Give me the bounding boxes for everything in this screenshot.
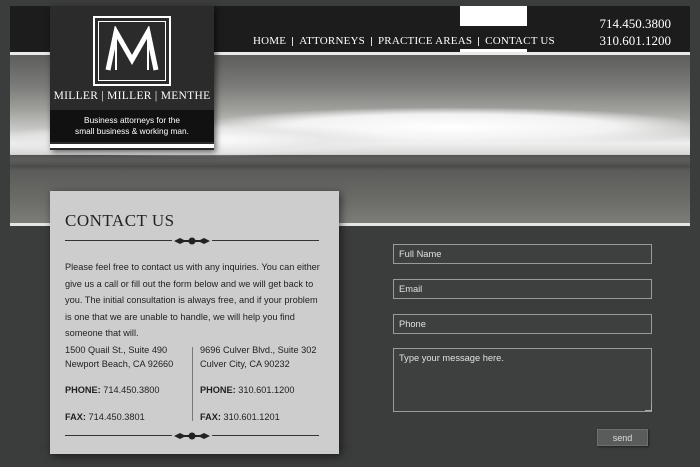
phone-label: PHONE:: [65, 385, 101, 395]
main-nav: HOME ATTORNEYS PRACTICE AREAS CONTACT US: [248, 32, 560, 50]
fax-label: FAX:: [65, 411, 86, 422]
logo-firm-name: MILLER | MILLER | MENTHE: [53, 90, 211, 102]
nav-separator: [478, 36, 480, 46]
office-phone: PHONE: 310.601.1200: [200, 384, 330, 398]
logo-monogram: [93, 16, 171, 86]
scroll-ornament-icon: [172, 431, 212, 441]
phone-value[interactable]: 714.450.3800: [103, 385, 159, 395]
phone-field[interactable]: [393, 314, 652, 334]
monogram-mm-icon: [105, 26, 159, 71]
scroll-ornament-icon: [172, 236, 212, 246]
logo-stripe: [50, 144, 214, 148]
office-street: 1500 Quail St., Suite 490: [65, 345, 168, 355]
email-field[interactable]: [393, 279, 652, 299]
tagline-line-2: small business & working man.: [75, 126, 189, 136]
office-fax: FAX: 714.450.3801: [65, 411, 195, 425]
active-indicator-top: [460, 6, 527, 26]
nav-attorneys[interactable]: ATTORNEYS: [294, 35, 370, 47]
nav-separator: [370, 36, 372, 46]
contact-intro: Please feel free to contact us with any …: [65, 262, 320, 338]
nav-practice-areas[interactable]: PRACTICE AREAS: [373, 35, 477, 47]
header-phone-secondary[interactable]: 310.601.1200: [600, 32, 672, 49]
hero-wet-sand: [10, 155, 690, 171]
tagline-line-1: Business attorneys for the: [84, 115, 180, 125]
phone-label: PHONE:: [200, 385, 236, 395]
office-divider: [192, 347, 193, 421]
fax-value: 714.450.3801: [88, 411, 145, 422]
fax-label: FAX:: [200, 411, 221, 422]
nav-contact-us[interactable]: CONTACT US: [480, 35, 560, 47]
office-newport: 1500 Quail St., Suite 490 Newport Beach,…: [65, 344, 195, 424]
phone-value[interactable]: 310.601.1200: [238, 385, 294, 395]
office-city: Culver City, CA 90232: [200, 358, 290, 369]
ornament-divider-bottom: [65, 431, 319, 441]
header-phone-primary[interactable]: 714.450.3800: [600, 15, 672, 32]
contact-title: CONTACT US: [65, 211, 175, 230]
header-phones: 714.450.3800 310.601.1200: [600, 15, 672, 49]
office-fax: FAX: 310.601.1201: [200, 411, 330, 425]
nav-home[interactable]: HOME: [248, 35, 291, 47]
send-button[interactable]: send: [597, 429, 648, 446]
full-name-field[interactable]: [393, 244, 652, 264]
message-field[interactable]: [393, 348, 652, 412]
nav-separator: [292, 36, 294, 46]
textarea-resize-handle[interactable]: [645, 404, 652, 411]
office-culver: 9696 Culver Blvd., Suite 302 Culver City…: [200, 344, 330, 424]
office-phone: PHONE: 714.450.3800: [65, 384, 195, 398]
office-city: Newport Beach, CA 92660: [65, 358, 174, 369]
office-street: 9696 Culver Blvd., Suite 302: [200, 345, 317, 355]
fax-value: 310.601.1201: [223, 411, 280, 422]
ornament-divider-top: [65, 236, 319, 246]
logo-tagline: Business attorneys for the small busines…: [50, 110, 214, 142]
contact-card: CONTACT US Please feel free to contact u…: [50, 191, 339, 454]
logo-block[interactable]: MILLER | MILLER | MENTHE Business attorn…: [50, 6, 214, 150]
